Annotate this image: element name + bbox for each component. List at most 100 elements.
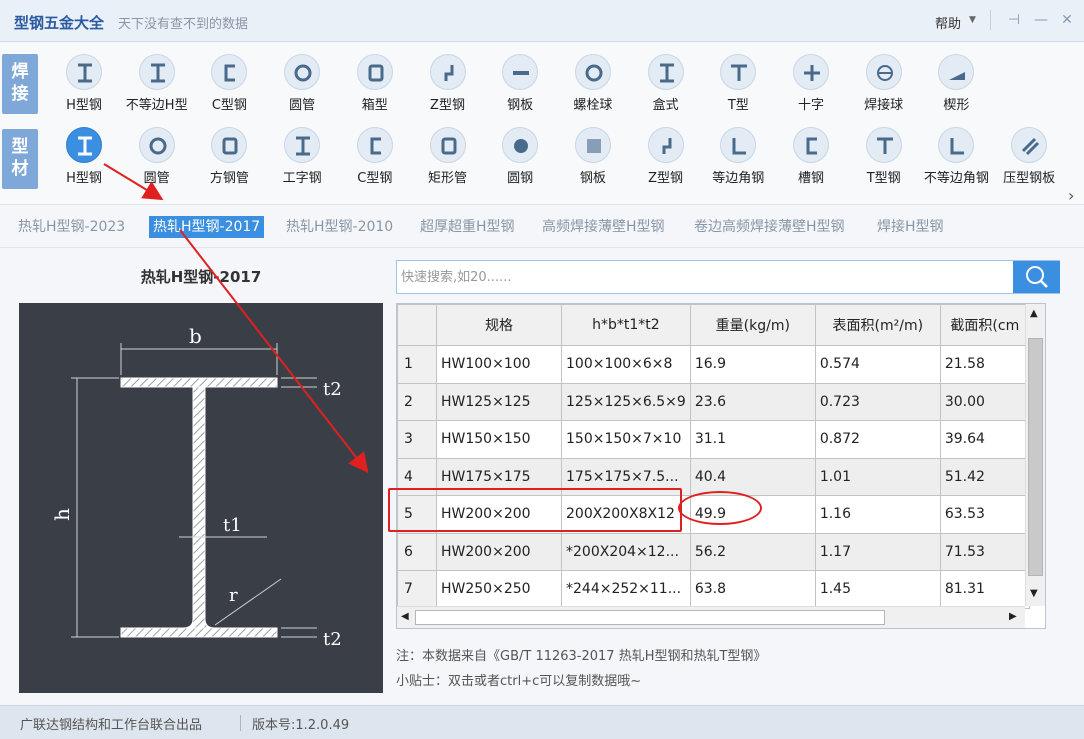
- table-row[interactable]: 7 HW250×250 *244×252×11... 63.8 1.45 81.31: [397, 570, 1030, 609]
- row-number[interactable]: 7: [397, 570, 437, 609]
- row-number[interactable]: 3: [397, 420, 437, 459]
- table-row[interactable]: 6 HW200×200 *200X204×12... 56.2 1.17 71.53: [397, 532, 1030, 571]
- category-tab-4[interactable]: 高频焊接薄壁H型钢: [538, 216, 669, 238]
- pin-icon[interactable]: ⊣: [1005, 10, 1023, 30]
- table-cell[interactable]: 0.723: [814, 382, 941, 421]
- table-cell[interactable]: 63.53: [939, 495, 1030, 534]
- category-tab-0[interactable]: 热轧H型钢-2023: [14, 216, 129, 238]
- section-tool-13[interactable]: 压型钢板: [994, 127, 1064, 189]
- section-tool-4[interactable]: C型钢: [340, 127, 410, 189]
- weld-tool-5[interactable]: Z型钢: [413, 54, 483, 116]
- weld-tool-2[interactable]: C型钢: [194, 54, 264, 116]
- table-cell[interactable]: 100×100×6×8: [561, 345, 691, 384]
- table-cell[interactable]: 16.9: [689, 345, 816, 384]
- table-cell[interactable]: 63.8: [689, 570, 816, 609]
- table-cell[interactable]: 1.01: [814, 457, 941, 496]
- horizontal-scroll-thumb[interactable]: [415, 610, 885, 625]
- table-row[interactable]: 3 HW150×150 150×150×7×10 31.1 0.872 39.64: [397, 420, 1030, 459]
- scroll-left-icon[interactable]: ◀: [401, 611, 409, 622]
- section-tool-label: T型钢: [866, 171, 901, 186]
- section-tool-10[interactable]: 槽钢: [776, 127, 846, 189]
- chevron-right-icon[interactable]: ›: [1068, 186, 1074, 205]
- weld-tool-7[interactable]: 螺栓球: [558, 54, 628, 116]
- section-tool-7[interactable]: 钢板: [558, 127, 628, 189]
- table-cell[interactable]: 0.872: [814, 420, 941, 459]
- table-cell[interactable]: 1.16: [814, 495, 941, 534]
- table-cell[interactable]: 125×125×6.5×9: [561, 382, 691, 421]
- tab-section[interactable]: 型 材: [2, 129, 38, 189]
- category-tab-3[interactable]: 超厚超重H型钢: [416, 216, 519, 238]
- weld-tool-1[interactable]: 不等边H型: [122, 54, 192, 116]
- chevron-down-icon[interactable]: ▼: [969, 15, 976, 25]
- table-cell[interactable]: HW250×250: [436, 570, 562, 609]
- equal-angle-icon: [720, 127, 757, 163]
- section-tool-11[interactable]: T型钢: [849, 127, 919, 189]
- table-row[interactable]: 1 HW100×100 100×100×6×8 16.9 0.574 21.58: [397, 345, 1030, 384]
- table-cell[interactable]: HW125×125: [436, 382, 562, 421]
- table-cell[interactable]: 23.6: [689, 382, 816, 421]
- section-tool-0[interactable]: H型钢: [49, 127, 119, 189]
- table-cell[interactable]: 31.1: [689, 420, 816, 459]
- category-tab-2[interactable]: 热轧H型钢-2010: [282, 216, 397, 238]
- weld-tool-6[interactable]: 钢板: [485, 54, 555, 116]
- table-cell[interactable]: HW100×100: [436, 345, 562, 384]
- category-tab-6[interactable]: 焊接H型钢: [873, 216, 948, 238]
- table-cell[interactable]: *244×252×11...: [561, 570, 691, 609]
- table-cell[interactable]: 40.4: [689, 457, 816, 496]
- section-tool-9[interactable]: 等边角钢: [703, 127, 773, 189]
- tab-weld[interactable]: 焊 接: [2, 54, 38, 114]
- table-cell[interactable]: *200X204×12...: [561, 532, 691, 571]
- horizontal-scrollbar[interactable]: ◀ ▶: [397, 606, 1025, 628]
- section-tool-5[interactable]: 矩形管: [413, 127, 483, 189]
- minimize-icon[interactable]: —: [1032, 10, 1050, 30]
- column-header[interactable]: 重量(kg/m): [689, 304, 816, 346]
- table-cell[interactable]: 56.2: [689, 532, 816, 571]
- weld-tool-8[interactable]: 盒式: [631, 54, 701, 116]
- table-cell[interactable]: 39.64: [939, 420, 1030, 459]
- help-menu[interactable]: 帮助: [935, 13, 961, 32]
- column-header[interactable]: h*b*t1*t2: [561, 304, 691, 346]
- table-cell[interactable]: 71.53: [939, 532, 1030, 571]
- row-number[interactable]: 2: [397, 382, 437, 421]
- column-header[interactable]: 规格: [436, 304, 562, 346]
- search-input[interactable]: [397, 261, 1011, 293]
- table-cell[interactable]: 1.17: [814, 532, 941, 571]
- column-header[interactable]: 表面积(m²/m): [814, 304, 941, 346]
- table-cell[interactable]: 21.58: [939, 345, 1030, 384]
- table-cell[interactable]: HW200×200: [436, 532, 562, 571]
- table-row[interactable]: 2 HW125×125 125×125×6.5×9 23.6 0.723 30.00: [397, 382, 1030, 421]
- weld-tool-label: Z型钢: [430, 98, 465, 113]
- section-tool-6[interactable]: 圆钢: [485, 127, 555, 189]
- section-tool-3[interactable]: 工字钢: [267, 127, 337, 189]
- table-cell[interactable]: 51.42: [939, 457, 1030, 496]
- section-tool-8[interactable]: Z型钢: [631, 127, 701, 189]
- row-number[interactable]: 1: [397, 345, 437, 384]
- row-number[interactable]: 6: [397, 532, 437, 571]
- table-cell[interactable]: 1.45: [814, 570, 941, 609]
- weld-tool-9[interactable]: T型: [703, 54, 773, 116]
- weld-tool-0[interactable]: H型钢: [49, 54, 119, 116]
- scroll-down-icon[interactable]: ▼: [1030, 588, 1038, 599]
- close-icon[interactable]: ✕: [1058, 10, 1076, 30]
- weld-tool-4[interactable]: 箱型: [340, 54, 410, 116]
- section-tool-2[interactable]: 方钢管: [194, 127, 264, 189]
- category-tab-1[interactable]: 热轧H型钢-2017: [149, 216, 265, 238]
- vertical-scrollbar[interactable]: ▲ ▼: [1025, 304, 1045, 606]
- scroll-up-icon[interactable]: ▲: [1030, 308, 1038, 319]
- search-button[interactable]: [1013, 261, 1060, 293]
- section-tool-1[interactable]: 圆管: [122, 127, 192, 189]
- scroll-right-icon[interactable]: ▶: [1009, 611, 1017, 622]
- weld-tool-10[interactable]: 十字: [776, 54, 846, 116]
- table-cell[interactable]: 81.31: [939, 570, 1030, 609]
- vertical-scroll-thumb[interactable]: [1028, 338, 1043, 576]
- section-tool-12[interactable]: 不等边角钢: [921, 127, 991, 189]
- column-header[interactable]: 截面积(cm: [939, 304, 1030, 346]
- category-tab-5[interactable]: 卷边高频焊接薄壁H型钢: [690, 216, 849, 238]
- weld-tool-12[interactable]: 楔形: [921, 54, 991, 116]
- table-cell[interactable]: HW150×150: [436, 420, 562, 459]
- table-cell[interactable]: 0.574: [814, 345, 941, 384]
- weld-tool-3[interactable]: 圆管: [267, 54, 337, 116]
- weld-tool-11[interactable]: 焊接球: [849, 54, 919, 116]
- table-cell[interactable]: 150×150×7×10: [561, 420, 691, 459]
- table-cell[interactable]: 30.00: [939, 382, 1030, 421]
